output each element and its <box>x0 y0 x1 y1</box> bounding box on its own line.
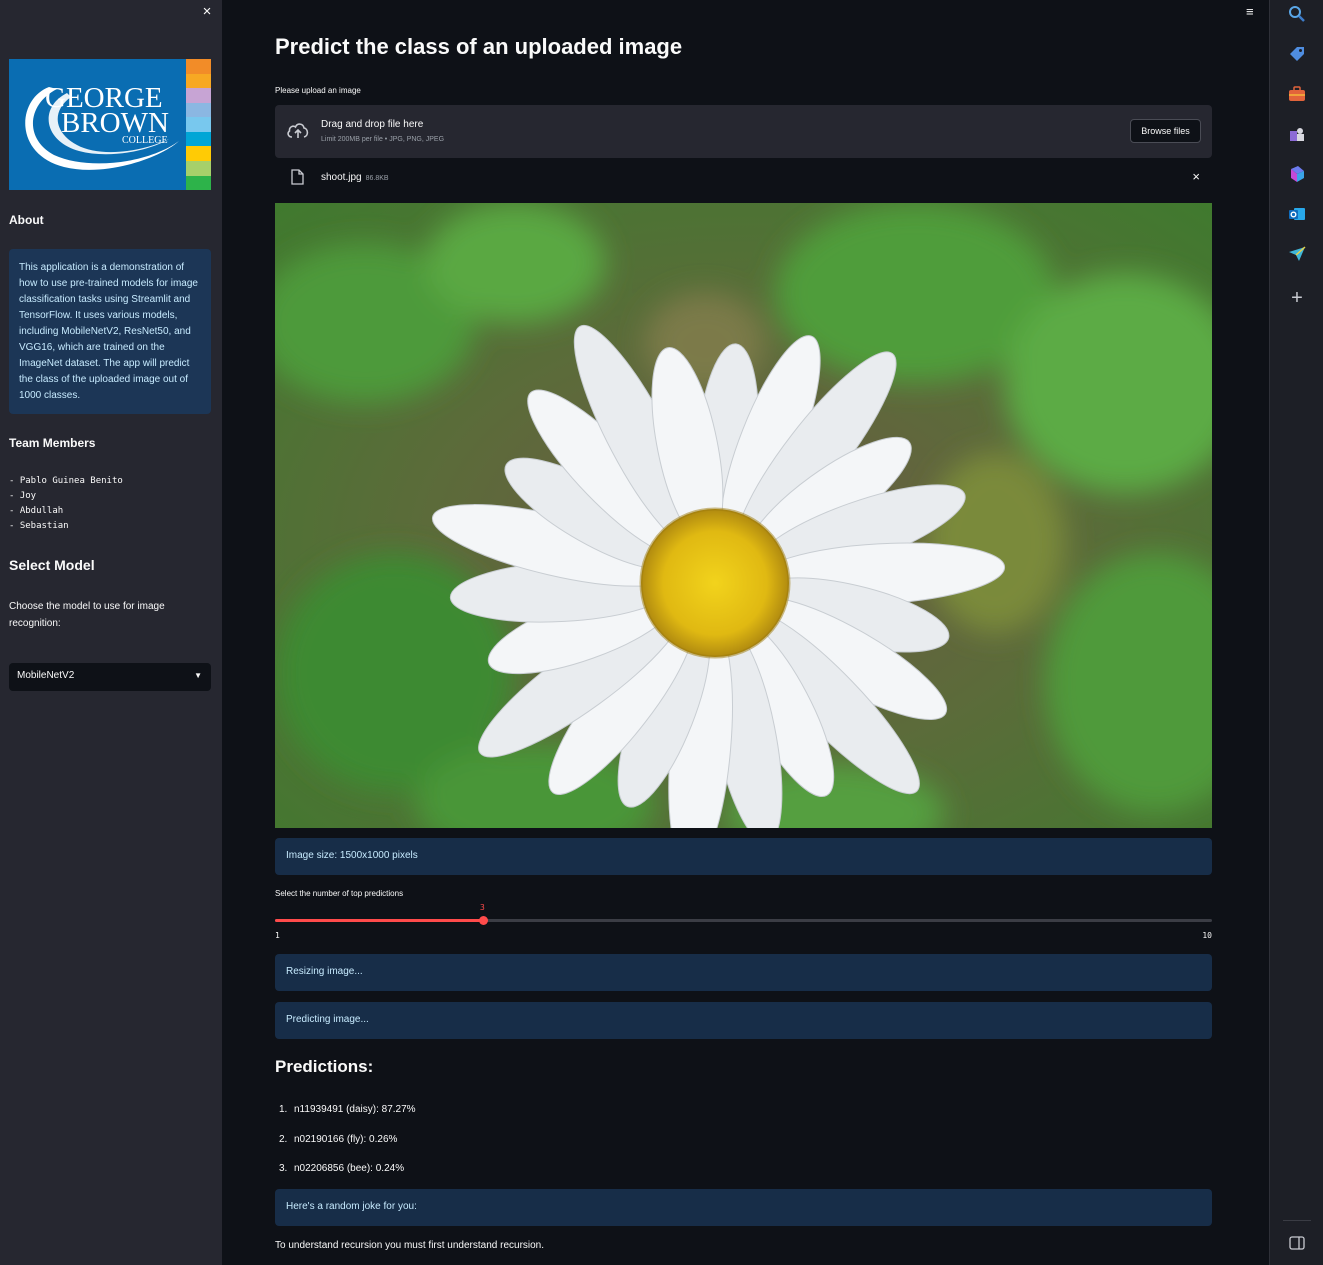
sidebar: × GEORGE BROWN COLLEGE About This applic… <box>0 0 222 1265</box>
search-icon[interactable] <box>1287 4 1307 24</box>
slider-label: Select the number of top predictions <box>275 889 404 898</box>
predictions-list: 1. n11939491 (daisy): 87.27% 2. n02190166 … <box>275 1104 416 1193</box>
joke-text: To understand recursion you must first u… <box>275 1240 545 1251</box>
team-member: - Sebastian <box>9 521 69 531</box>
team-member: - Pablo Guinea Benito <box>9 476 123 486</box>
logo-stripe <box>186 175 211 190</box>
about-info-box: This application is a demonstration of h… <box>9 249 211 414</box>
uploaded-file-row: shoot.jpg 86.8KB × <box>275 164 1212 190</box>
daisy-photo <box>275 203 1212 828</box>
predictions-heading: Predictions: <box>275 1057 374 1076</box>
copilot-icon[interactable] <box>1287 164 1307 184</box>
sidebar-toggle-icon[interactable] <box>1287 1233 1307 1253</box>
slider-value: 3 <box>480 903 485 912</box>
file-name-text: shoot.jpg <box>321 172 362 183</box>
add-icon[interactable]: + <box>1287 287 1307 309</box>
cloud-upload-icon <box>287 123 309 138</box>
logo-color-stripes <box>186 59 211 190</box>
browse-files-button[interactable]: Browse files <box>1130 119 1201 143</box>
outlook-icon[interactable] <box>1287 204 1307 224</box>
logo-line3: COLLEGE <box>122 135 168 146</box>
logo-swoosh: GEORGE BROWN COLLEGE <box>25 82 179 170</box>
remove-file-icon[interactable]: × <box>1192 169 1200 184</box>
team-members-list: - Pablo Guinea Benito - Joy - Abdullah -… <box>9 474 123 534</box>
prediction-text: n02206856 (bee): 0.24% <box>294 1163 405 1174</box>
dropzone-limits: Limit 200MB per file • JPG, PNG, JPEG <box>321 136 445 143</box>
rail-divider <box>1283 1220 1311 1221</box>
model-select-label: Choose the model to use for image recogn… <box>9 601 165 629</box>
logo-stripe <box>186 117 211 132</box>
page-title: Predict the class of an uploaded image <box>275 34 683 59</box>
prediction-item: 1. n11939491 (daisy): 87.27% <box>275 1104 416 1134</box>
file-icon <box>291 169 304 185</box>
chess-icon[interactable] <box>1287 124 1307 144</box>
slider-thumb[interactable] <box>479 916 488 925</box>
select-model-heading: Select Model <box>9 557 95 573</box>
team-member: - Abdullah <box>9 506 64 516</box>
resizing-info: Resizing image... <box>275 954 1212 991</box>
file-size: 86.8KB <box>365 175 389 182</box>
dropzone-title: Drag and drop file here <box>321 119 424 130</box>
logo-stripe <box>186 131 211 147</box>
briefcase-icon[interactable] <box>1287 84 1307 104</box>
prediction-rank: 3. <box>279 1163 288 1174</box>
main-menu-icon[interactable]: ≡ <box>1246 4 1260 19</box>
logo-stripe <box>186 146 211 161</box>
upload-label: Please upload an image <box>275 86 361 95</box>
chevron-down-icon: ▼ <box>194 671 202 680</box>
team-member: - Joy <box>9 491 37 501</box>
send-icon[interactable] <box>1287 244 1307 264</box>
prediction-text: n02190166 (fly): 0.26% <box>294 1133 398 1145</box>
logo-stripe <box>186 88 211 103</box>
prediction-rank: 2. <box>279 1133 288 1145</box>
logo-stripe <box>186 59 211 74</box>
predicting-info: Predicting image... <box>275 1002 1212 1039</box>
logo-stripe <box>186 73 211 89</box>
team-heading: Team Members <box>9 436 96 450</box>
logo-stripe <box>186 160 211 176</box>
college-logo: GEORGE BROWN COLLEGE <box>9 59 211 190</box>
main-content: ≡ Predict the class of an uploaded image… <box>222 0 1269 1265</box>
prediction-text: n11939491 (daisy): 87.27% <box>294 1104 416 1115</box>
prediction-rank: 1. <box>279 1104 288 1115</box>
slider-min: 1 <box>275 931 280 940</box>
image-size-info: Image size: 1500x1000 pixels <box>275 838 1212 875</box>
logo-stripe <box>186 102 211 118</box>
browser-side-rail: + <box>1269 0 1323 1265</box>
model-select-value: MobileNetV2 <box>17 670 75 681</box>
top-predictions-slider[interactable]: 3 1 10 <box>275 903 1212 943</box>
file-dropzone[interactable]: Drag and drop file here Limit 200MB per … <box>275 105 1212 158</box>
slider-max: 10 <box>1202 931 1212 940</box>
slider-track-fill <box>275 919 483 922</box>
about-heading: About <box>9 213 44 227</box>
model-select[interactable]: MobileNetV2 ▼ <box>9 663 211 691</box>
uploaded-file-name: shoot.jpg 86.8KB <box>321 172 389 183</box>
sidebar-close-icon[interactable]: × <box>199 4 215 20</box>
prediction-item: 2. n02190166 (fly): 0.26% <box>275 1134 416 1164</box>
tag-icon[interactable] <box>1287 44 1307 64</box>
joke-info: Here's a random joke for you: <box>275 1189 1212 1226</box>
uploaded-image <box>275 203 1212 828</box>
